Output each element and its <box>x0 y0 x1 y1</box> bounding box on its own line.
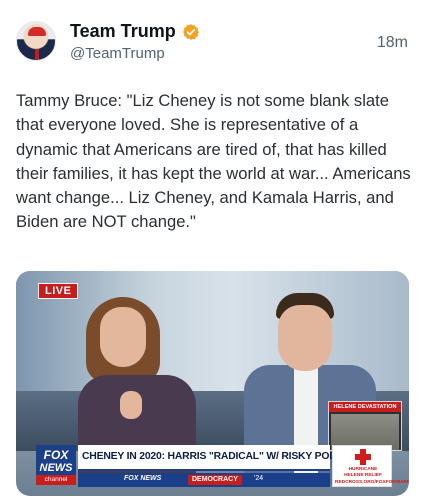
logo-fox-text: FOX <box>43 448 69 462</box>
verified-badge-icon <box>182 23 200 41</box>
red-cross-line2: HELENE RELIEF <box>344 473 382 478</box>
user-handle[interactable]: @TeamTrump <box>70 45 165 62</box>
lower-third: FOX NEWS channel CHENEY IN 2020: HARRIS … <box>36 445 409 487</box>
logo-news-text: NEWS <box>39 462 73 474</box>
avatar-cap <box>28 27 46 36</box>
post-header: Team Trump @TeamTrump 18m <box>16 17 408 67</box>
ticker-bar: FOX NEWS DEMOCRACY '24 <box>78 473 330 487</box>
ticker-segment: DEMOCRACY <box>188 475 242 485</box>
post-timestamp[interactable]: 18m <box>377 34 408 52</box>
video-thumbnail[interactable]: LIVE HELENE DEVASTATION FOX NEWS channel <box>16 271 409 496</box>
ticker-brand: FOX NEWS <box>124 475 162 482</box>
red-cross-line3: REDCROSS.ORG/FOXFORWARD <box>335 480 409 485</box>
fox-news-logo: FOX NEWS channel <box>36 445 76 485</box>
red-cross-promo: HURRICANE HELENE RELIEF REDCROSS.ORG/FOX… <box>332 445 409 487</box>
logo-channel-text: channel <box>36 475 76 485</box>
live-badge: LIVE <box>38 283 79 299</box>
red-cross-line1: HURRICANE <box>348 467 378 472</box>
post-card[interactable]: Team Trump @TeamTrump 18m Tammy Bruce: "… <box>0 0 426 500</box>
red-cross-icon <box>355 449 371 465</box>
chyron-headline: CHENEY IN 2020: HARRIS "RADICAL" W/ RISK… <box>78 445 362 471</box>
avatar[interactable] <box>16 21 56 61</box>
ticker-year: '24 <box>254 475 264 482</box>
name-row: Team Trump <box>70 21 200 42</box>
chyron-headline-text: CHENEY IN 2020: HARRIS "RADICAL" W/ RISK… <box>82 451 362 462</box>
avatar-tie <box>35 49 39 60</box>
post-text: Tammy Bruce: "Liz Cheney is not some bla… <box>16 91 411 232</box>
display-name[interactable]: Team Trump <box>70 21 176 42</box>
helene-label: HELENE DEVASTATION <box>329 402 401 412</box>
helene-devastation-box: HELENE DEVASTATION <box>328 401 402 451</box>
